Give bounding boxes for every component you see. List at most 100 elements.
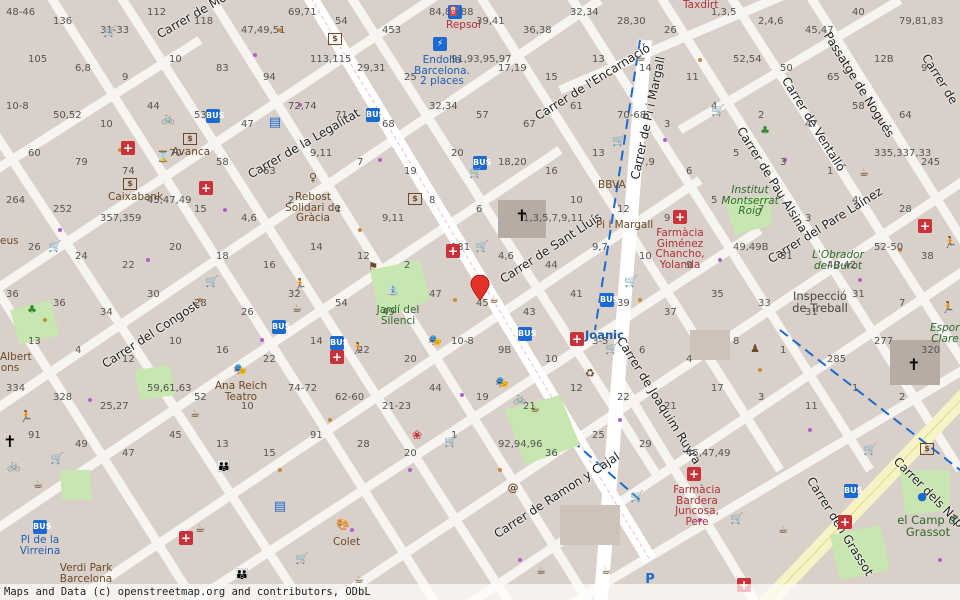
sports-icon[interactable]: 🏃 — [19, 410, 33, 424]
shop-icon[interactable]: 🛒 — [624, 275, 638, 289]
fuel-icon[interactable]: ⛽ — [448, 5, 462, 19]
bicycle-rental-icon[interactable]: 🚲 — [513, 392, 527, 406]
charging-station-icon[interactable]: ⚡ — [433, 37, 447, 51]
church-icon[interactable]: ✝ — [515, 208, 529, 224]
theatre-icon[interactable]: 🎭 — [233, 363, 247, 377]
bank-icon[interactable]: $ — [183, 133, 197, 145]
shop-icon[interactable]: 🛒 — [630, 490, 644, 504]
pharmacy-icon[interactable]: + — [838, 515, 852, 529]
shop-icon[interactable]: 🛒 — [863, 443, 877, 457]
bus-stop-icon[interactable]: BUS — [330, 336, 348, 350]
shop-icon[interactable]: 🛒 — [475, 240, 489, 254]
sports-icon[interactable]: 🏃 — [941, 301, 955, 315]
pharmacy-icon[interactable]: + — [330, 350, 344, 364]
house-number: 39,41 — [476, 16, 505, 27]
pharmacy-icon[interactable]: + — [179, 531, 193, 545]
cafe-icon[interactable]: ☕ — [857, 166, 871, 180]
cafe-icon[interactable]: ☕ — [290, 302, 304, 316]
house-number: 71 — [335, 110, 348, 121]
shop-icon[interactable]: 🛒 — [50, 452, 64, 466]
house-number: 1,3,5 — [711, 7, 737, 18]
house-number: 54 — [335, 16, 348, 27]
bus-stop-icon[interactable]: BUS — [600, 293, 618, 307]
bus-stop-icon[interactable]: BUS — [272, 320, 290, 334]
shop-icon[interactable]: 🛒 — [605, 342, 619, 356]
shop-icon[interactable]: 🛒 — [469, 166, 483, 180]
library-icon[interactable]: ▤ — [268, 116, 282, 130]
pharmacy-icon[interactable]: + — [199, 181, 213, 195]
house-number: 334 — [6, 383, 26, 394]
shop-icon[interactable]: 🛒 — [205, 275, 219, 289]
bank-icon[interactable]: $ — [123, 178, 137, 190]
art-icon[interactable]: 🎨 — [336, 518, 350, 532]
office-icon[interactable]: ♟ — [748, 342, 762, 356]
shop-icon[interactable]: 🛒 — [444, 435, 458, 449]
monument-icon[interactable]: ⚑ — [366, 260, 380, 274]
house-number: 9 — [664, 213, 671, 224]
cafe-icon[interactable]: ☕ — [528, 402, 542, 416]
internet-icon[interactable]: @ — [506, 481, 520, 495]
house-number: 252 — [53, 204, 73, 215]
bank-icon[interactable]: $ — [328, 33, 342, 45]
house-number: 10 — [570, 195, 583, 206]
sports-icon[interactable]: 🏃 — [351, 342, 365, 356]
community-centre-icon[interactable]: ♀ — [306, 171, 320, 185]
house-number: 26 — [241, 307, 254, 318]
shop-icon[interactable]: 🛒 — [48, 240, 62, 254]
pharmacy-icon[interactable]: + — [446, 244, 460, 258]
church-icon[interactable]: ✝ — [907, 357, 921, 373]
shop-icon[interactable]: 🛒 — [730, 512, 744, 526]
house-number: 25 — [404, 72, 417, 83]
monument-icon[interactable]: ⌛ — [156, 150, 170, 164]
cafe-icon[interactable]: ☕ — [193, 522, 207, 536]
library-icon[interactable]: ▤ — [273, 500, 287, 514]
bicycle-rental-icon[interactable]: 🚲 — [161, 112, 175, 126]
bank-icon[interactable]: $ — [920, 443, 934, 455]
shop-icon[interactable]: 🛒 — [612, 134, 626, 148]
cafe-icon[interactable]: ☕ — [31, 478, 45, 492]
cafe-icon[interactable]: ☕ — [188, 407, 202, 421]
house-number: 9,11 — [310, 148, 333, 159]
recycling-icon[interactable]: ♻ — [583, 367, 597, 381]
house-number: 52-50 — [874, 242, 904, 253]
house-number: 91 — [28, 430, 41, 441]
cafe-icon[interactable]: ☕ — [634, 51, 648, 65]
cafe-icon[interactable]: ☕ — [534, 564, 548, 578]
vet-icon[interactable]: ❀ — [410, 428, 424, 442]
pharmacy-icon[interactable]: + — [687, 467, 701, 481]
shop-icon[interactable]: 🛒 — [103, 25, 117, 39]
house-number: 61 — [570, 101, 583, 112]
childcare-icon[interactable]: 👪 — [235, 568, 249, 582]
house-number: 3 — [780, 157, 787, 168]
shop-icon[interactable]: 🛒 — [295, 552, 309, 566]
house-number: 49 — [75, 439, 88, 450]
pharmacy-icon[interactable]: + — [121, 141, 135, 155]
water-icon[interactable]: ● — [915, 490, 929, 504]
theatre-icon[interactable]: 🎭 — [428, 334, 442, 348]
fountain-icon[interactable]: ⛲ — [386, 283, 400, 297]
childcare-icon[interactable]: 👪 — [217, 460, 231, 474]
bus-stop-icon[interactable]: BUS — [33, 520, 51, 534]
playground-icon[interactable]: ♣ — [25, 303, 39, 317]
bicycle-rental-icon[interactable]: 🚲 — [7, 459, 21, 473]
pharmacy-icon[interactable]: + — [918, 219, 932, 233]
cafe-icon[interactable]: ☕ — [599, 564, 613, 578]
bus-stop-icon[interactable]: BUS — [206, 109, 224, 123]
location-pin-icon[interactable] — [470, 275, 490, 301]
cafe-icon[interactable]: ☕ — [776, 523, 790, 537]
house-number: 1 — [780, 345, 787, 356]
sports-icon[interactable]: 🏃 — [943, 236, 957, 250]
pharmacy-icon[interactable]: + — [570, 332, 584, 346]
theatre-icon[interactable]: 🎭 — [495, 376, 509, 390]
shop-icon[interactable]: 🛒 — [711, 104, 725, 118]
bus-stop-icon[interactable]: BUS — [844, 484, 862, 498]
house-number: 49,49B — [733, 242, 769, 253]
bus-stop-icon[interactable]: BUS — [518, 327, 536, 341]
pharmacy-icon[interactable]: + — [673, 210, 687, 224]
bank-icon[interactable]: $ — [408, 193, 422, 205]
playground-icon[interactable]: ♣ — [758, 124, 772, 138]
church-icon[interactable]: ✝ — [3, 434, 17, 450]
map-attribution[interactable]: Maps and Data (c) openstreetmap.org and … — [0, 584, 960, 600]
bus-stop-icon[interactable]: BUS — [366, 108, 384, 122]
sports-icon[interactable]: 🏃 — [293, 278, 307, 292]
